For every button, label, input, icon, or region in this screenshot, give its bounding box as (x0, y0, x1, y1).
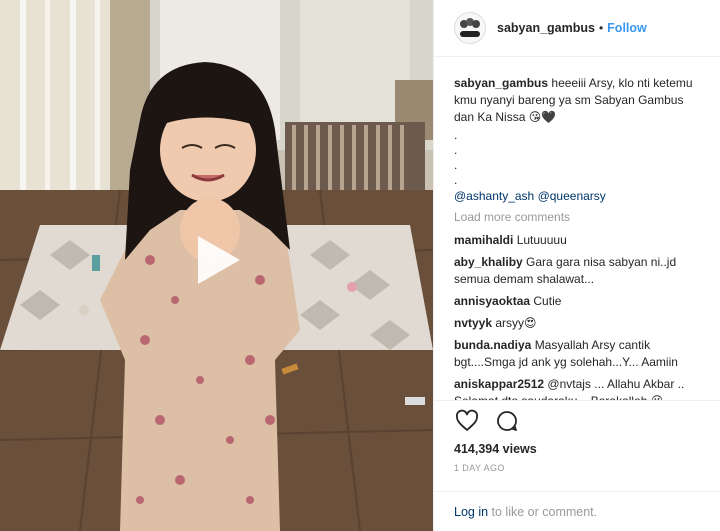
comment-username[interactable]: mamihaldi (454, 233, 513, 247)
play-icon (198, 236, 240, 284)
comment-item: annisyaoktaa Cutie (454, 293, 700, 310)
post-caption: sabyan_gambus heeeiii Arsy, klo nti kete… (454, 75, 700, 126)
comment-button[interactable] (494, 408, 520, 434)
comment-item: aniskappar2512 @nvtajs ... Allahu Akbar … (454, 376, 700, 400)
caption-dot: . (454, 173, 458, 187)
profile-logo-icon (455, 13, 485, 43)
comment-username[interactable]: nvtyyk (454, 316, 492, 330)
post-sidebar: sabyan_gambus • Follow sabyan_gambus hee… (433, 0, 720, 531)
comment-item: aby_khaliby Gara gara nisa sabyan ni..jd… (454, 254, 700, 288)
comment-item: bunda.nadiya Masyallah Arsy cantik bgt..… (454, 337, 700, 371)
comment-username[interactable]: annisyaoktaa (454, 294, 530, 308)
play-button[interactable] (188, 232, 244, 288)
caption-dot: . (454, 128, 458, 142)
instagram-post: sabyan_gambus • Follow sabyan_gambus hee… (0, 0, 720, 531)
follow-button[interactable]: Follow (607, 21, 647, 35)
caption-dot: . (454, 143, 458, 157)
comment-text: Lutuuuuu (516, 233, 567, 247)
comment-item: mamihaldi Lutuuuuu (454, 232, 700, 249)
comment-icon (497, 410, 517, 431)
caption-mentions[interactable]: @ashanty_ash @queenarsy (454, 188, 700, 205)
login-prompt-text: to like or comment. (488, 504, 598, 519)
view-count: 414,394 views (454, 442, 537, 456)
post-header: sabyan_gambus • Follow (434, 0, 720, 57)
post-timestamp[interactable]: 1 DAY AGO (434, 463, 720, 473)
header-username[interactable]: sabyan_gambus (497, 21, 595, 35)
comment-username[interactable]: bunda.nadiya (454, 338, 531, 352)
avatar[interactable] (454, 12, 486, 44)
comment-item: nvtyyk arsyy😍 (454, 315, 700, 332)
video-player[interactable] (0, 0, 433, 531)
action-bar (434, 400, 720, 440)
comment-text: arsyy😍 (495, 316, 537, 330)
load-more-comments-button[interactable]: Load more comments (454, 207, 700, 227)
comment-text: Cutie (533, 294, 562, 308)
login-bar: Log in to like or comment. (434, 491, 720, 531)
comment-username[interactable]: aniskappar2512 (454, 377, 544, 391)
comment-username[interactable]: aby_khaliby (454, 255, 523, 269)
header-separator: • (598, 21, 604, 35)
caption-dot: . (454, 158, 458, 172)
heart-icon (455, 409, 479, 431)
comments-section: sabyan_gambus heeeiii Arsy, klo nti kete… (434, 57, 720, 400)
caption-username[interactable]: sabyan_gambus (454, 76, 548, 90)
login-link[interactable]: Log in (454, 505, 488, 519)
like-button[interactable] (454, 408, 480, 434)
